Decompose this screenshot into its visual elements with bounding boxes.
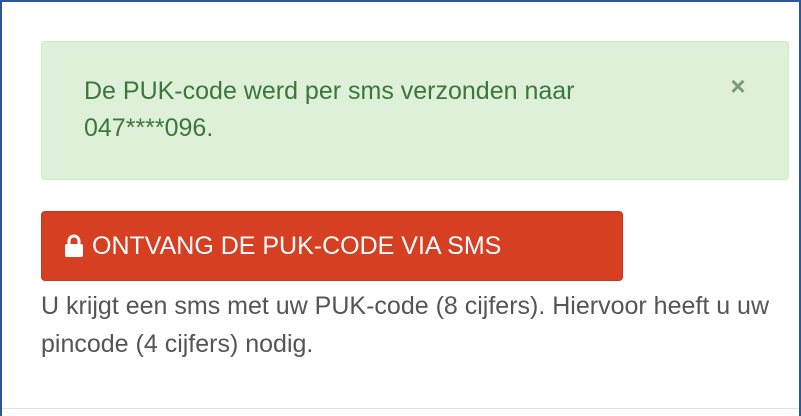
lock-icon xyxy=(64,234,84,258)
success-alert: De PUK-code werd per sms verzonden naar … xyxy=(41,41,789,180)
close-icon[interactable]: × xyxy=(724,72,752,100)
receive-puk-code-button[interactable]: ONTVANG DE PUK-CODE VIA SMS xyxy=(41,211,623,281)
panel: De PUK-code werd per sms verzonden naar … xyxy=(0,0,801,416)
receive-puk-code-label: ONTVANG DE PUK-CODE VIA SMS xyxy=(92,232,502,260)
divider xyxy=(2,408,799,409)
help-text: U krijgt een sms met uw PUK-code (8 cijf… xyxy=(41,292,770,358)
alert-message: De PUK-code werd per sms verzonden naar … xyxy=(84,77,575,142)
